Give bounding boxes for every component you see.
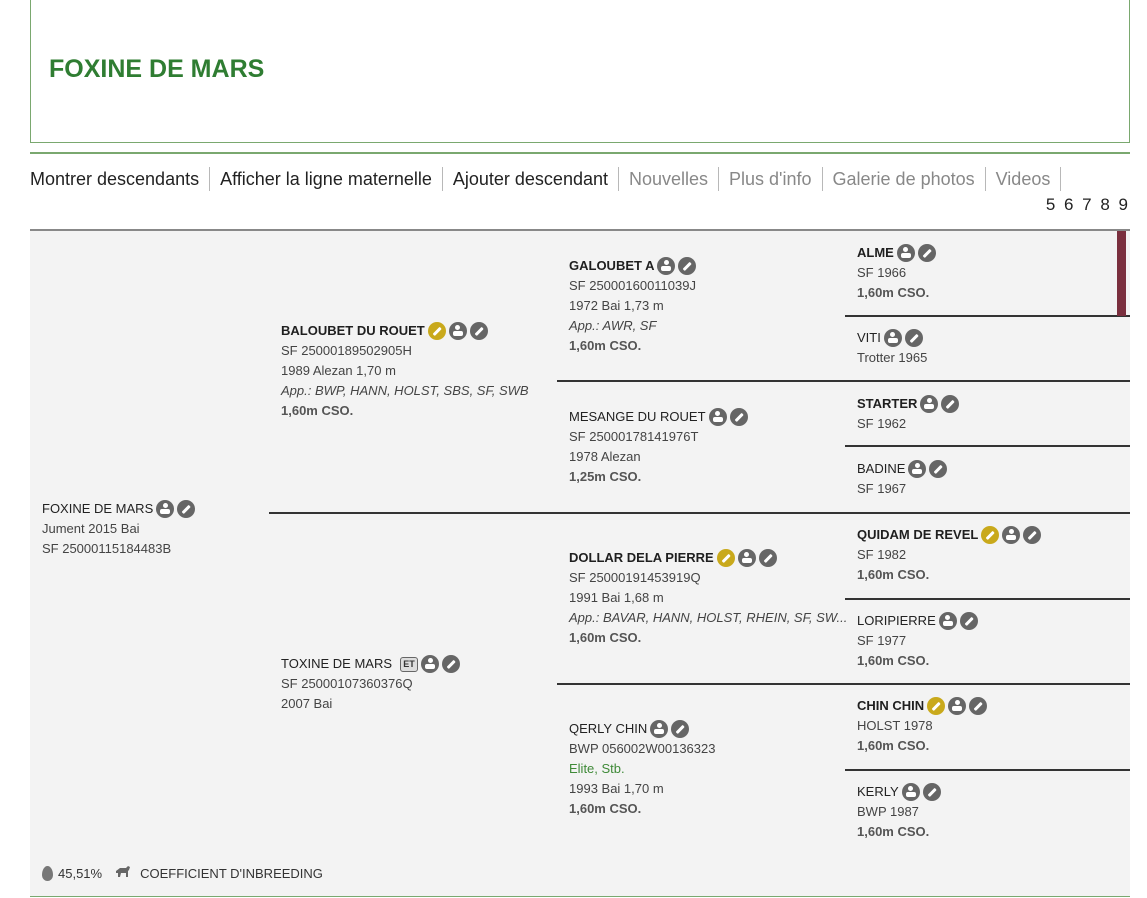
horse-name[interactable]: FOXINE DE MARS (42, 499, 153, 519)
highlight-bar (1117, 231, 1126, 316)
approved-stallion-icon[interactable] (716, 549, 735, 567)
blood-drop-icon (42, 865, 53, 881)
edit-icon[interactable] (469, 322, 488, 340)
horse-name[interactable]: CHIN CHIN (857, 696, 924, 716)
horse-dam-sire: DOLLAR DELA PIERRE SF 25000191453919Q 19… (569, 548, 848, 645)
approved-stallion-icon[interactable] (981, 526, 1000, 544)
edit-icon[interactable] (917, 244, 936, 262)
horse-dam: TOXINE DE MARS ET SF 25000107360376Q 200… (281, 654, 461, 714)
pedigree-icon[interactable] (657, 257, 676, 275)
horse-sire-sire: GALOUBET A SF 25000160011039J 1972 Bai 1… (569, 256, 697, 353)
award-label: Elite, Stb. (569, 761, 625, 776)
separator-gen3-7 (845, 769, 1130, 771)
pedigree-tree: FOXINE DE MARS Jument 2015 Bai SF 250001… (30, 229, 1130, 897)
edit-icon[interactable] (904, 329, 923, 347)
edit-icon[interactable] (729, 408, 748, 426)
horse-name[interactable]: KERLY (857, 782, 899, 802)
edit-icon[interactable] (671, 720, 690, 738)
title-box: FOXINE DE MARS (30, 0, 1130, 143)
edit-icon[interactable] (969, 697, 988, 715)
approved-stallion-icon[interactable] (427, 322, 446, 340)
edit-icon[interactable] (678, 257, 697, 275)
pedigree-icon[interactable] (650, 720, 669, 738)
edit-icon[interactable] (929, 460, 948, 478)
nav-divider (30, 152, 1130, 154)
videos-link[interactable]: Videos (986, 167, 1062, 191)
edit-icon[interactable] (941, 395, 960, 413)
show-descendants-link[interactable]: Montrer descendants (30, 167, 211, 191)
pedigree-icon[interactable] (920, 395, 939, 413)
separator-gen2-top (557, 380, 1130, 382)
action-nav: Montrer descendants Afficher la ligne ma… (30, 166, 1062, 192)
edit-icon[interactable] (959, 612, 978, 630)
page-title: FOXINE DE MARS (49, 55, 265, 83)
edit-icon[interactable] (442, 655, 461, 673)
inbreeding-footer: 45,51% COEFFICIENT D'INBREEDING (42, 865, 323, 881)
edit-icon[interactable] (1023, 526, 1042, 544)
pedigree-icon[interactable] (156, 500, 175, 518)
pedigree-icon[interactable] (421, 655, 440, 673)
separator-gen2-bottom (557, 683, 1130, 685)
pedigree-icon[interactable] (737, 549, 756, 567)
horse-name[interactable]: DOLLAR DELA PIERRE (569, 548, 714, 568)
edit-icon[interactable] (922, 783, 941, 801)
horse-name[interactable]: GALOUBET A (569, 256, 654, 276)
horse-sire-dam: MESANGE DU ROUET SF 25000178141976T 1978… (569, 407, 748, 487)
horse-name[interactable]: QERLY CHIN (569, 719, 647, 739)
pedigree-icon[interactable] (901, 783, 920, 801)
pedigree-icon[interactable] (948, 697, 967, 715)
horse-sdd: BADINE SF 1967 (857, 459, 948, 499)
horse-name[interactable]: ALME (857, 243, 894, 263)
horse-dss: QUIDAM DE REVEL SF 1982 1,60m CSO. (857, 525, 1042, 585)
photo-gallery-link[interactable]: Galerie de photos (823, 167, 986, 191)
horse-sss: ALME SF 1966 1,60m CSO. (857, 243, 936, 303)
pedigree-icon[interactable] (908, 460, 927, 478)
horse-dam-dam: QERLY CHIN BWP 056002W00136323 Elite, St… (569, 719, 716, 816)
horse-name[interactable]: MESANGE DU ROUET (569, 407, 706, 427)
pedigree-icon[interactable] (883, 329, 902, 347)
inbreeding-link[interactable]: COEFFICIENT D'INBREEDING (140, 866, 323, 881)
edit-icon[interactable] (758, 549, 777, 567)
horse-name[interactable]: BADINE (857, 459, 905, 479)
embryo-transfer-badge: ET (400, 656, 419, 672)
horse-name[interactable]: VITI (857, 328, 881, 348)
horse-ddd: KERLY BWP 1987 1,60m CSO. (857, 782, 941, 842)
pedigree-icon[interactable] (896, 244, 915, 262)
add-descendant-link[interactable]: Ajouter descendant (443, 167, 619, 191)
separator-gen3-1 (845, 315, 1130, 317)
blood-percentage: 45,51% (58, 865, 103, 881)
horse-ssd: VITI Trotter 1965 (857, 328, 928, 365)
pedigree-icon[interactable] (448, 322, 467, 340)
horse-sire: BALOUBET DU ROUET SF 25000189502905H 198… (281, 321, 529, 418)
generation-selector[interactable]: 5 6 7 8 9 (1046, 195, 1130, 215)
pedigree-icon[interactable] (1002, 526, 1021, 544)
horse-name[interactable]: BALOUBET DU ROUET (281, 321, 425, 341)
horse-dsd: LORIPIERRE SF 1977 1,60m CSO. (857, 611, 978, 671)
horse-name[interactable]: LORIPIERRE (857, 611, 936, 631)
horse-sds: STARTER SF 1962 (857, 394, 960, 434)
edit-icon[interactable] (177, 500, 196, 518)
horse-name[interactable]: TOXINE DE MARS (281, 654, 392, 674)
pedigree-icon[interactable] (708, 408, 727, 426)
news-link[interactable]: Nouvelles (619, 167, 720, 191)
separator-sire-dam (269, 512, 1130, 514)
horse-name[interactable]: STARTER (857, 394, 917, 414)
pedigree-icon[interactable] (938, 612, 957, 630)
horse-name[interactable]: QUIDAM DE REVEL (857, 525, 978, 545)
separator-gen3-3 (845, 445, 1130, 447)
more-info-link[interactable]: Plus d'info (719, 167, 823, 191)
maternal-line-link[interactable]: Afficher la ligne maternelle (210, 167, 443, 191)
horse-subject: FOXINE DE MARS Jument 2015 Bai SF 250001… (42, 499, 196, 559)
horse-dds: CHIN CHIN HOLST 1978 1,60m CSO. (857, 696, 988, 756)
horse-icon (114, 865, 132, 881)
approved-stallion-icon[interactable] (927, 697, 946, 715)
separator-gen3-5 (845, 598, 1130, 600)
